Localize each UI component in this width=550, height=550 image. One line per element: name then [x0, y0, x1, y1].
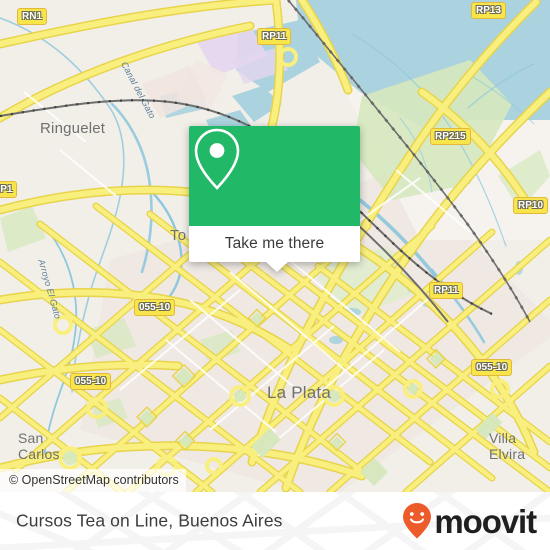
road-shield-05510-a[interactable]: 055-10 — [134, 299, 176, 316]
moovit-logo[interactable]: moovit — [402, 502, 537, 540]
moovit-wordmark: moovit — [434, 502, 537, 540]
popup-header — [189, 126, 360, 226]
map-canvas[interactable]: Ringuelet To La Plata San Carlos Villa E… — [0, 0, 550, 492]
road-shield-rp11-e[interactable]: RP11 — [429, 282, 464, 299]
road-shield-rp13[interactable]: RP13 — [471, 2, 507, 19]
road-shield-rp1[interactable]: RP1 — [0, 181, 18, 198]
road-shield-rn1[interactable]: RN1 — [17, 8, 48, 25]
road-shield-05510-b[interactable]: 055-10 — [70, 373, 112, 390]
road-shield-rp11-n[interactable]: RP11 — [257, 28, 292, 45]
place-title: Cursos Tea on Line, Buenos Aires — [16, 510, 283, 531]
road-shield-rp215[interactable]: RP215 — [430, 128, 471, 145]
moovit-pin-icon — [403, 503, 432, 539]
map-pin-icon — [194, 128, 240, 190]
location-popup-card[interactable]: Take me there — [189, 126, 360, 272]
road-shield-05510-c[interactable]: 055-10 — [471, 359, 513, 376]
take-me-there-label: Take me there — [224, 235, 325, 252]
footer-bar: Cursos Tea on Line, Buenos Aires moovit — [0, 492, 550, 550]
osm-attribution[interactable]: © OpenStreetMap contributors — [0, 469, 186, 492]
popup-footer[interactable]: Take me there — [189, 226, 360, 272]
road-shield-rp10[interactable]: RP10 — [513, 197, 549, 214]
popup-tail-pointer — [265, 261, 289, 272]
map-screenshot: Ringuelet To La Plata San Carlos Villa E… — [0, 0, 550, 550]
